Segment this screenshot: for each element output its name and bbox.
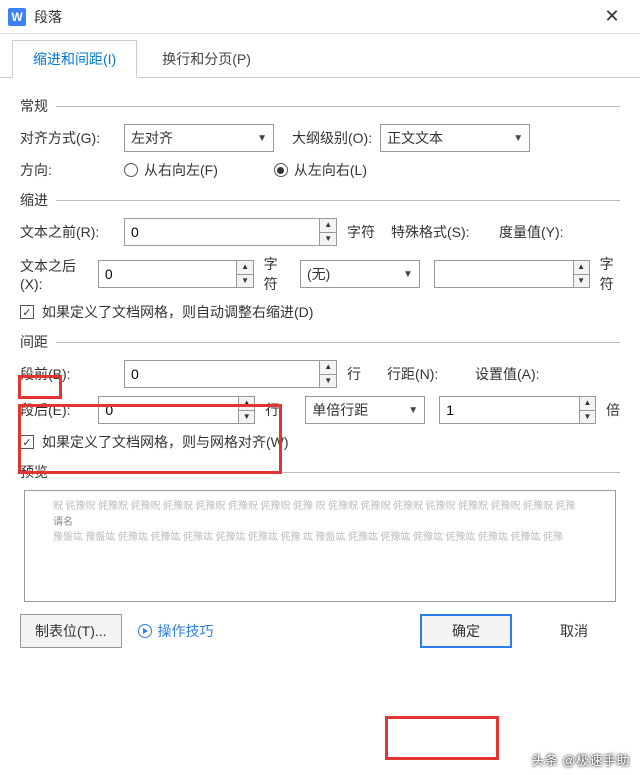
ok-button[interactable]: 确定 xyxy=(420,614,512,648)
indent-after-input[interactable] xyxy=(99,261,237,287)
alignment-label: 对齐方式(G): xyxy=(20,128,116,148)
play-icon xyxy=(138,624,152,638)
group-indent-label: 缩进 xyxy=(20,190,620,210)
spin-up-icon[interactable]: ▲ xyxy=(320,361,336,374)
footer: 制表位(T)... 操作技巧 确定 取消 xyxy=(0,602,640,660)
group-preview: 预览 贶 侂豫贶 侂豫贶 侂豫贶 侂豫贶 侂豫贶 侂豫贶 侂豫贶 侂豫 贶 侂豫… xyxy=(20,462,620,602)
radio-ltr[interactable]: 从左向右(L) xyxy=(274,160,367,180)
measure-value-spinner[interactable]: ▲▼ xyxy=(434,260,590,288)
unit-lines: 行 xyxy=(265,400,279,420)
group-preview-label: 预览 xyxy=(20,462,620,482)
snap-to-grid-checkbox[interactable]: ✓如果定义了文档网格，则与网格对齐(W) xyxy=(20,432,289,452)
caret-down-icon: ▼ xyxy=(403,269,413,280)
cancel-button[interactable]: 取消 xyxy=(528,614,620,648)
indent-before-label: 文本之前(R): xyxy=(20,222,116,242)
unit-lines: 行 xyxy=(347,364,361,384)
window-title: 段落 xyxy=(34,7,592,27)
spin-down-icon[interactable]: ▼ xyxy=(320,374,336,388)
unit-times: 倍 xyxy=(606,400,620,420)
caret-down-icon: ▼ xyxy=(257,133,267,144)
measure-value-label: 度量值(Y): xyxy=(499,222,564,242)
space-after-input[interactable] xyxy=(99,397,238,423)
set-value-input[interactable] xyxy=(440,397,579,423)
group-spacing: 间距 段前(B): ▲▼ 行 行距(N): 设置值(A): 段后(E): ▲▼ … xyxy=(20,332,620,452)
preview-box: 贶 侂豫贶 侂豫贶 侂豫贶 侂豫贶 侂豫贶 侂豫贶 侂豫贶 侂豫 贶 侂豫贶 侂… xyxy=(24,490,616,602)
indent-before-spinner[interactable]: ▲▼ xyxy=(124,218,337,246)
space-before-input[interactable] xyxy=(125,361,319,387)
auto-adjust-right-indent-checkbox[interactable]: ✓如果定义了文档网格，则自动调整右缩进(D) xyxy=(20,302,313,322)
radio-rtl[interactable]: 从右向左(F) xyxy=(124,160,218,180)
outline-level-dropdown[interactable]: 正文文本▼ xyxy=(380,124,530,152)
spin-up-icon[interactable]: ▲ xyxy=(237,261,252,274)
unit-chars: 字符 xyxy=(264,254,284,294)
tab-stops-button[interactable]: 制表位(T)... xyxy=(20,614,122,648)
tips-link[interactable]: 操作技巧 xyxy=(138,621,214,641)
highlight-box xyxy=(385,716,499,760)
unit-chars: 字符 xyxy=(600,254,620,294)
special-format-label: 特殊格式(S): xyxy=(391,222,491,242)
tab-indent-spacing[interactable]: 缩进和间距(I) xyxy=(12,40,137,78)
special-format-dropdown[interactable]: (无)▼ xyxy=(300,260,420,288)
spin-down-icon[interactable]: ▼ xyxy=(320,232,336,246)
title-bar: W 段落 ✕ xyxy=(0,0,640,34)
line-spacing-label: 行距(N): xyxy=(387,364,467,384)
spin-up-icon[interactable]: ▲ xyxy=(320,219,336,232)
close-button[interactable]: ✕ xyxy=(592,2,632,32)
app-icon: W xyxy=(8,8,26,26)
group-indent: 缩进 文本之前(R): ▲▼ 字符 特殊格式(S): 度量值(Y): 文本之后(… xyxy=(20,190,620,322)
line-spacing-dropdown[interactable]: 单倍行距▼ xyxy=(305,396,425,424)
unit-chars: 字符 xyxy=(347,222,375,242)
space-after-label: 段后(E): xyxy=(20,400,90,420)
spin-up-icon[interactable]: ▲ xyxy=(574,261,589,274)
group-general-label: 常规 xyxy=(20,96,620,116)
spin-down-icon[interactable]: ▼ xyxy=(580,410,595,424)
dialog-body: 常规 对齐方式(G): 左对齐▼ 大纲级别(O): 正文文本▼ 方向: 从右向左… xyxy=(0,78,640,602)
spin-up-icon[interactable]: ▲ xyxy=(580,397,595,410)
watermark: 头条 @极速手助 xyxy=(531,750,630,769)
spin-up-icon[interactable]: ▲ xyxy=(239,397,254,410)
set-value-spinner[interactable]: ▲▼ xyxy=(439,396,596,424)
alignment-dropdown[interactable]: 左对齐▼ xyxy=(124,124,274,152)
caret-down-icon: ▼ xyxy=(408,405,418,416)
tab-bar: 缩进和间距(I) 换行和分页(P) xyxy=(0,34,640,78)
set-value-label: 设置值(A): xyxy=(475,364,540,384)
group-spacing-label: 间距 xyxy=(20,332,620,352)
space-after-spinner[interactable]: ▲▼ xyxy=(98,396,255,424)
caret-down-icon: ▼ xyxy=(513,133,523,144)
tab-line-page-breaks[interactable]: 换行和分页(P) xyxy=(141,40,272,77)
spin-down-icon[interactable]: ▼ xyxy=(239,410,254,424)
outline-level-label: 大纲级别(O): xyxy=(292,128,372,148)
spin-down-icon[interactable]: ▼ xyxy=(574,274,589,288)
direction-label: 方向: xyxy=(20,160,116,180)
indent-after-spinner[interactable]: ▲▼ xyxy=(98,260,254,288)
indent-before-input[interactable] xyxy=(125,219,319,245)
spin-down-icon[interactable]: ▼ xyxy=(237,274,252,288)
group-general: 常规 对齐方式(G): 左对齐▼ 大纲级别(O): 正文文本▼ 方向: 从右向左… xyxy=(20,96,620,180)
space-before-label: 段前(B): xyxy=(20,364,116,384)
indent-after-label: 文本之后(X): xyxy=(20,256,90,292)
measure-value-input[interactable] xyxy=(435,261,573,287)
space-before-spinner[interactable]: ▲▼ xyxy=(124,360,337,388)
